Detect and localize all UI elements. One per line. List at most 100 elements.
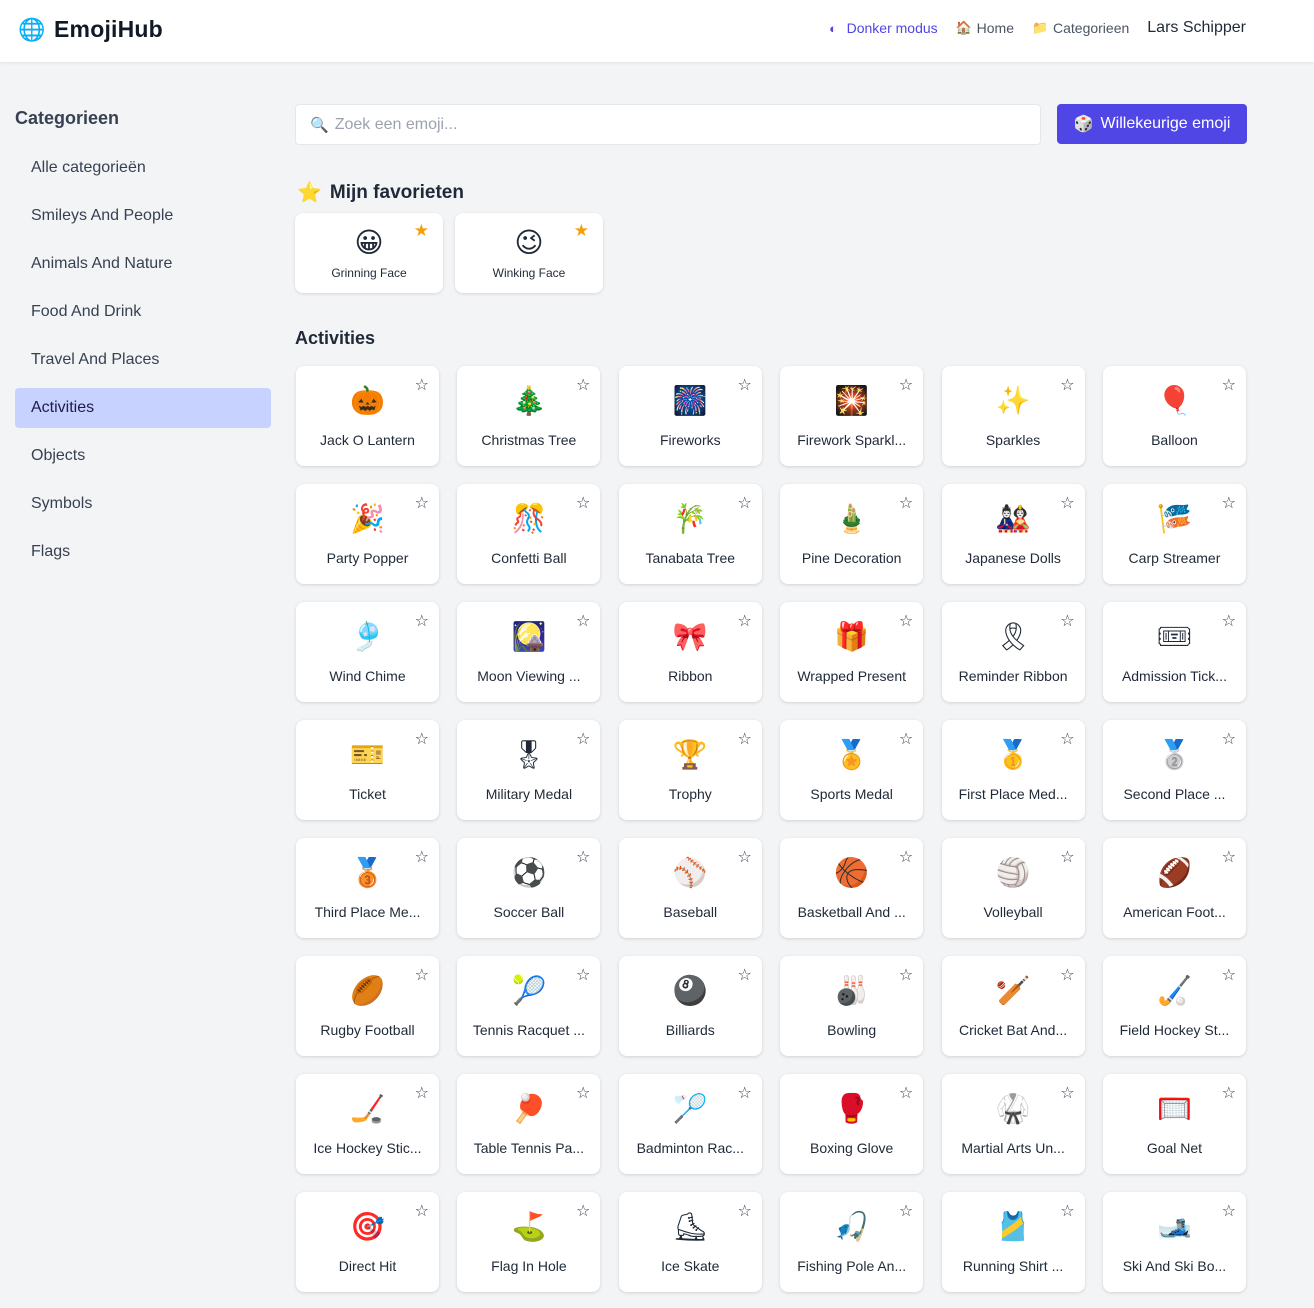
favorite-toggle-star-icon[interactable]: ☆ (1060, 378, 1074, 394)
emoji-card[interactable]: 🥊 Boxing Glove ☆ (780, 1074, 924, 1174)
sidebar-item-category[interactable]: Food And Drink (15, 292, 271, 332)
favorite-toggle-star-icon[interactable]: ☆ (415, 614, 429, 630)
emoji-card[interactable]: 🥅 Goal Net ☆ (1102, 1074, 1246, 1174)
favorite-toggle-star-icon[interactable]: ☆ (415, 732, 429, 748)
emoji-card[interactable]: 🥋 Martial Arts Un... ☆ (941, 1074, 1085, 1174)
brand[interactable]: 🌐 EmojiHub (18, 16, 163, 43)
emoji-card[interactable]: 🎈 Balloon ☆ (1102, 366, 1246, 466)
sidebar-item-category[interactable]: Smileys And People (15, 196, 271, 236)
emoji-card[interactable]: 🥇 First Place Med... ☆ (941, 720, 1085, 820)
emoji-card[interactable]: 🎿 Ski And Ski Bo... ☆ (1102, 1192, 1246, 1292)
emoji-card[interactable]: ⚾ Baseball ☆ (618, 838, 762, 938)
emoji-card[interactable]: 🎁 Wrapped Present ☆ (780, 602, 924, 702)
emoji-card[interactable]: ⛸ Ice Skate ☆ (618, 1192, 762, 1292)
sidebar-item-category[interactable]: Flags (15, 532, 271, 572)
favorite-toggle-star-icon[interactable]: ☆ (737, 732, 751, 748)
favorite-toggle-star-icon[interactable]: ☆ (899, 850, 913, 866)
emoji-card[interactable]: 🏅 Sports Medal ☆ (780, 720, 924, 820)
favorite-toggle-star-icon[interactable]: ☆ (1222, 968, 1236, 984)
emoji-card[interactable]: 🎍 Pine Decoration ☆ (780, 484, 924, 584)
sidebar-item-category[interactable]: Animals And Nature (15, 244, 271, 284)
favorite-toggle-star-icon[interactable]: ☆ (1222, 1204, 1236, 1220)
emoji-card[interactable]: 🎋 Tanabata Tree ☆ (618, 484, 762, 584)
emoji-card[interactable]: ⛳ Flag In Hole ☆ (457, 1192, 601, 1292)
favorite-toggle-star-icon[interactable]: ☆ (1060, 850, 1074, 866)
favorite-toggle-star-icon[interactable]: ☆ (1222, 850, 1236, 866)
sidebar-item-category[interactable]: Objects (15, 436, 271, 476)
emoji-card[interactable]: 🏓 Table Tennis Pa... ☆ (457, 1074, 601, 1174)
favorite-toggle-star-icon[interactable]: ☆ (415, 1204, 429, 1220)
favorite-toggle-star-icon[interactable]: ☆ (737, 614, 751, 630)
emoji-card[interactable]: 🏸 Badminton Rac... ☆ (618, 1074, 762, 1174)
emoji-card[interactable]: 🎱 Billiards ☆ (618, 956, 762, 1056)
favorite-toggle-star-icon[interactable]: ☆ (1060, 496, 1074, 512)
favorite-toggle-star-icon[interactable]: ☆ (1222, 732, 1236, 748)
emoji-card[interactable]: 🎾 Tennis Racquet ... ☆ (457, 956, 601, 1056)
sidebar-item-category[interactable]: Alle categorieën (15, 148, 271, 188)
favorite-toggle-star-icon[interactable]: ☆ (1222, 1086, 1236, 1102)
favorite-toggle-star-icon[interactable]: ☆ (1222, 378, 1236, 394)
favorite-toggle-star-icon[interactable]: ☆ (576, 732, 590, 748)
favorite-toggle-star-icon[interactable]: ☆ (899, 732, 913, 748)
favorite-toggle-star-icon[interactable]: ☆ (1060, 1204, 1074, 1220)
emoji-card[interactable]: 🎄 Christmas Tree ☆ (457, 366, 601, 466)
favorite-toggle-star-icon[interactable]: ☆ (415, 968, 429, 984)
favorite-toggle-star-icon[interactable]: ☆ (415, 378, 429, 394)
favorite-toggle-star-icon[interactable]: ☆ (1222, 496, 1236, 512)
emoji-card[interactable]: 🏀 Basketball And ... ☆ (780, 838, 924, 938)
favorite-toggle-star-icon[interactable]: ☆ (737, 1204, 751, 1220)
emoji-card[interactable]: 🎆 Fireworks ☆ (618, 366, 762, 466)
favorite-toggle-star-icon[interactable]: ☆ (899, 1086, 913, 1102)
emoji-card[interactable]: 🎑 Moon Viewing ... ☆ (457, 602, 601, 702)
favorite-toggle-star-icon[interactable]: ☆ (576, 378, 590, 394)
emoji-card[interactable]: 🎎 Japanese Dolls ☆ (941, 484, 1085, 584)
emoji-card[interactable]: 🏉 Rugby Football ☆ (296, 956, 439, 1056)
emoji-card[interactable]: 🎳 Bowling ☆ (780, 956, 924, 1056)
favorite-card[interactable]: 😉 Winking Face ★ (455, 213, 603, 293)
emoji-card[interactable]: 🎊 Confetti Ball ☆ (457, 484, 601, 584)
favorite-toggle-star-icon[interactable]: ☆ (737, 850, 751, 866)
emoji-card[interactable]: 🎖 Military Medal ☆ (457, 720, 601, 820)
emoji-card[interactable]: 🎟 Admission Tick... ☆ (1102, 602, 1246, 702)
favorite-toggle-star-icon[interactable]: ☆ (1060, 614, 1074, 630)
favorite-toggle-star-icon[interactable]: ☆ (899, 968, 913, 984)
emoji-card[interactable]: ⚽ Soccer Ball ☆ (457, 838, 601, 938)
emoji-card[interactable]: 🏒 Ice Hockey Stic... ☆ (296, 1074, 439, 1174)
favorite-toggle-star-icon[interactable]: ☆ (415, 1086, 429, 1102)
emoji-card[interactable]: 🎏 Carp Streamer ☆ (1102, 484, 1246, 584)
favorite-toggle-star-icon[interactable]: ☆ (737, 496, 751, 512)
favorite-toggle-star-icon[interactable]: ☆ (576, 1086, 590, 1102)
emoji-card[interactable]: 🏆 Trophy ☆ (618, 720, 762, 820)
favorite-star-icon[interactable]: ★ (574, 221, 589, 241)
favorite-toggle-star-icon[interactable]: ☆ (576, 850, 590, 866)
nav-categories[interactable]: 📁 Categorieen (1032, 20, 1129, 36)
favorite-toggle-star-icon[interactable]: ☆ (899, 496, 913, 512)
favorite-toggle-star-icon[interactable]: ☆ (576, 1204, 590, 1220)
emoji-card[interactable]: 🏈 American Foot... ☆ (1102, 838, 1246, 938)
emoji-card[interactable]: 🎉 Party Popper ☆ (296, 484, 439, 584)
emoji-card[interactable]: 🎣 Fishing Pole An... ☆ (780, 1192, 924, 1292)
favorite-toggle-star-icon[interactable]: ☆ (415, 496, 429, 512)
favorite-card[interactable]: 😀 Grinning Face ★ (295, 213, 443, 293)
emoji-card[interactable]: 🎽 Running Shirt ... ☆ (941, 1192, 1085, 1292)
emoji-card[interactable]: 🎀 Ribbon ☆ (618, 602, 762, 702)
emoji-card[interactable]: 🎗 Reminder Ribbon ☆ (941, 602, 1085, 702)
emoji-card[interactable]: 🥉 Third Place Me... ☆ (296, 838, 439, 938)
favorite-toggle-star-icon[interactable]: ☆ (737, 1086, 751, 1102)
favorite-toggle-star-icon[interactable]: ☆ (737, 378, 751, 394)
favorite-toggle-star-icon[interactable]: ☆ (1060, 732, 1074, 748)
favorite-toggle-star-icon[interactable]: ☆ (1060, 1086, 1074, 1102)
search-box[interactable]: 🔍 (295, 104, 1041, 145)
emoji-card[interactable]: 🏏 Cricket Bat And... ☆ (941, 956, 1085, 1056)
favorite-toggle-star-icon[interactable]: ☆ (1222, 614, 1236, 630)
emoji-card[interactable]: ✨ Sparkles ☆ (941, 366, 1085, 466)
sidebar-item-category[interactable]: Activities (15, 388, 271, 428)
favorite-toggle-star-icon[interactable]: ☆ (576, 968, 590, 984)
search-input[interactable] (334, 115, 1015, 134)
emoji-card[interactable]: 🏐 Volleyball ☆ (941, 838, 1085, 938)
favorite-toggle-star-icon[interactable]: ☆ (1060, 968, 1074, 984)
emoji-card[interactable]: 🎐 Wind Chime ☆ (296, 602, 439, 702)
emoji-card[interactable]: 🎃 Jack O Lantern ☆ (296, 366, 439, 466)
favorite-toggle-star-icon[interactable]: ☆ (415, 850, 429, 866)
sidebar-item-category[interactable]: Symbols (15, 484, 271, 524)
